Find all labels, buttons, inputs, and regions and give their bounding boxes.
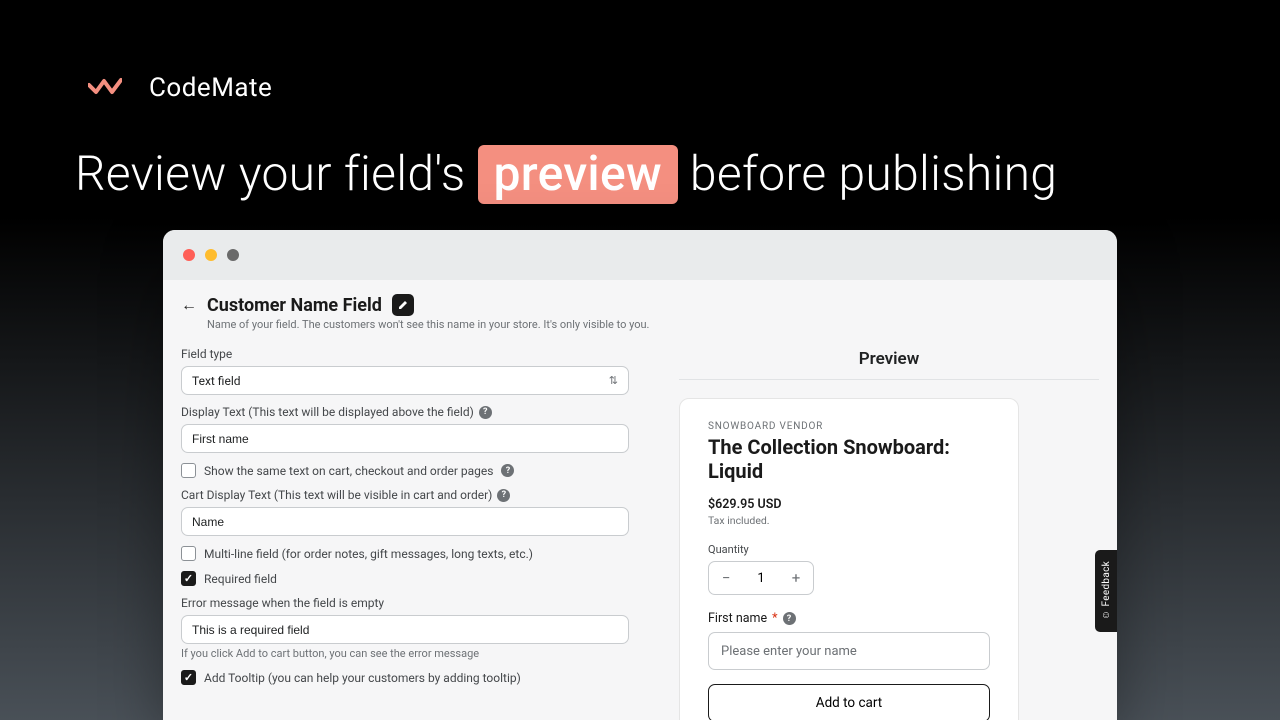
add-to-cart-label: Add to cart xyxy=(816,695,882,711)
required-star: * xyxy=(772,611,777,626)
multiline-checkbox[interactable] xyxy=(181,546,196,561)
headline-before: Review your field's xyxy=(75,145,478,202)
traffic-light-close[interactable] xyxy=(183,249,195,261)
field-type-select[interactable]: Text field ⇅ xyxy=(181,366,629,395)
preview-card: SNOWBOARD VENDOR The Collection Snowboar… xyxy=(679,398,1019,720)
error-message-label: Error message when the field is empty xyxy=(181,596,629,610)
back-arrow-icon[interactable]: ← xyxy=(181,295,197,315)
brand-logo xyxy=(75,60,135,116)
help-icon[interactable]: ? xyxy=(501,464,514,477)
add-to-cart-button[interactable]: Add to cart xyxy=(708,684,990,720)
page-subtitle: Name of your field. The customers won't … xyxy=(207,318,1099,331)
custom-field-label: First name xyxy=(708,611,767,626)
feedback-tab[interactable]: Feedback ☺ xyxy=(1095,550,1117,632)
page-title: Customer Name Field xyxy=(207,295,382,316)
quantity-increase-button[interactable]: + xyxy=(779,561,813,595)
headline-after: before publishing xyxy=(678,145,1057,202)
preview-heading: Preview xyxy=(679,345,1099,379)
headline-highlight: preview xyxy=(478,145,678,204)
cart-display-input[interactable] xyxy=(181,507,629,536)
quantity-label: Quantity xyxy=(708,543,990,556)
required-label: Required field xyxy=(204,572,277,586)
product-title: The Collection Snowboard: Liquid xyxy=(708,435,990,483)
required-checkbox[interactable] xyxy=(181,571,196,586)
field-type-label: Field type xyxy=(181,347,629,361)
tax-note: Tax included. xyxy=(708,514,990,527)
hero-headline: Review your field's preview before publi… xyxy=(75,145,1230,204)
same-text-label: Show the same text on cart, checkout and… xyxy=(204,464,493,478)
window-titlebar xyxy=(163,230,1117,280)
help-icon[interactable]: ? xyxy=(497,489,510,502)
help-icon[interactable]: ? xyxy=(479,406,492,419)
cart-display-label: Cart Display Text (This text will be vis… xyxy=(181,488,492,502)
same-text-checkbox[interactable] xyxy=(181,463,196,478)
preview-divider xyxy=(679,379,1099,380)
display-text-input[interactable] xyxy=(181,424,629,453)
quantity-stepper: − 1 + xyxy=(708,561,814,595)
edit-title-button[interactable] xyxy=(392,294,414,316)
product-vendor: SNOWBOARD VENDOR xyxy=(708,421,990,432)
multiline-label: Multi-line field (for order notes, gift … xyxy=(204,547,533,561)
pencil-icon xyxy=(397,299,409,311)
tooltip-label: Add Tooltip (you can help your customers… xyxy=(204,671,521,685)
tooltip-checkbox[interactable] xyxy=(181,670,196,685)
app-window: ← Customer Name Field Name of your field… xyxy=(163,230,1117,720)
quantity-value: 1 xyxy=(743,571,779,586)
brand-name: CodeMate xyxy=(149,73,272,103)
custom-field-placeholder: Please enter your name xyxy=(721,644,857,659)
product-price: $629.95 USD xyxy=(708,497,990,512)
traffic-light-zoom[interactable] xyxy=(227,249,239,261)
help-icon[interactable]: ? xyxy=(783,612,796,625)
chevron-updown-icon: ⇅ xyxy=(609,374,618,387)
feedback-icon: ☺ xyxy=(1101,610,1111,621)
error-message-input[interactable] xyxy=(181,615,629,644)
custom-field-input[interactable]: Please enter your name xyxy=(708,632,990,670)
feedback-label: Feedback xyxy=(1101,561,1112,606)
brand-logo-icon xyxy=(88,77,122,99)
traffic-light-minimize[interactable] xyxy=(205,249,217,261)
field-type-value: Text field xyxy=(192,374,241,388)
error-hint: If you click Add to cart button, you can… xyxy=(181,647,629,660)
display-text-label: Display Text (This text will be displaye… xyxy=(181,405,474,419)
quantity-decrease-button[interactable]: − xyxy=(709,561,743,595)
